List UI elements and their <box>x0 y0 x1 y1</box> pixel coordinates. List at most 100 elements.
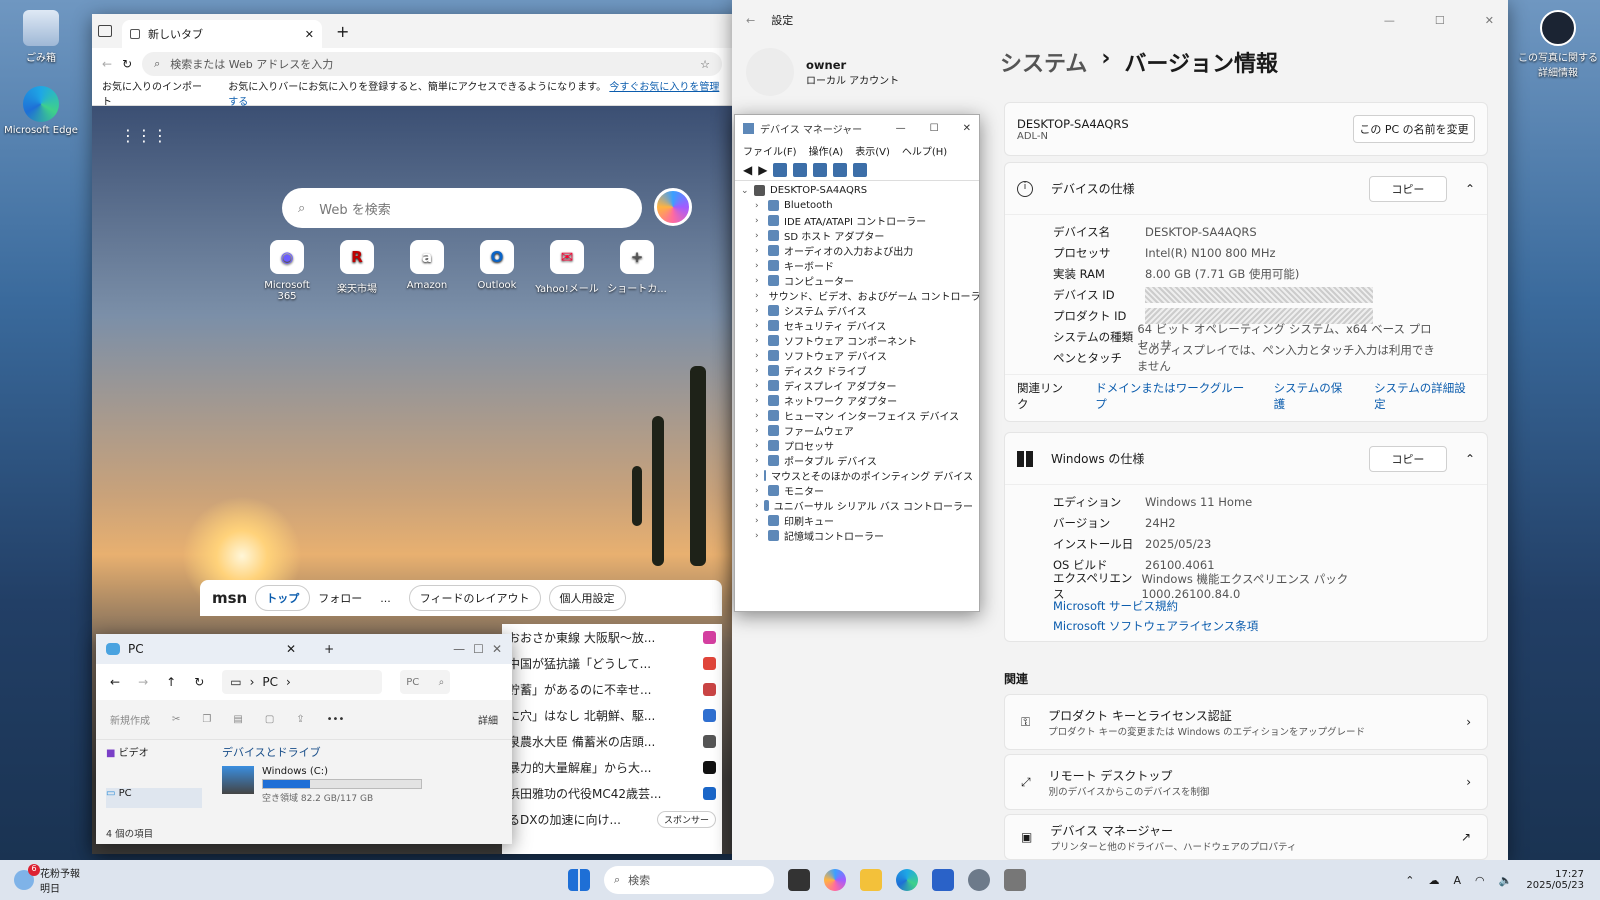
properties-icon[interactable] <box>773 162 788 177</box>
shortcut-yahoo-mail[interactable]: ✉ Yahoo!メール <box>534 240 600 302</box>
news-item[interactable]: おおさか東線 大阪駅〜放... <box>502 624 722 650</box>
menu-help[interactable]: ヘルプ(H) <box>902 143 947 158</box>
tree-item[interactable]: › システム デバイス <box>741 303 973 318</box>
close-icon[interactable]: ✕ <box>963 123 971 134</box>
copilot-icon[interactable] <box>654 188 692 226</box>
feed-layout-button[interactable]: フィードのレイアウト <box>408 585 541 611</box>
system-protection-link[interactable]: システムの保護 <box>1274 380 1352 412</box>
more-icon[interactable]: ... <box>380 592 391 605</box>
chevron-right-icon[interactable]: › <box>755 426 763 436</box>
chevron-right-icon[interactable]: › <box>755 411 763 421</box>
close-icon[interactable]: ✕ <box>1485 14 1494 27</box>
rename-icon[interactable]: ▢ <box>265 714 274 725</box>
close-tab-icon[interactable]: ✕ <box>305 28 314 41</box>
onedrive-icon[interactable]: ☁ <box>1429 874 1440 887</box>
chevron-right-icon[interactable]: › <box>755 441 763 451</box>
minimize-icon[interactable]: — <box>896 123 906 134</box>
clock[interactable]: 17:27 2025/05/23 <box>1526 869 1584 891</box>
chevron-right-icon[interactable]: › <box>755 321 763 331</box>
shortcut-rakuten[interactable]: R 楽天市場 <box>324 240 390 302</box>
maximize-icon[interactable]: ☐ <box>930 123 939 134</box>
file-explorer-icon[interactable] <box>860 869 882 891</box>
chevron-right-icon[interactable]: › <box>755 501 759 511</box>
start-icon[interactable] <box>568 869 590 891</box>
tree-item[interactable]: › SD ホスト アダプター <box>741 228 973 243</box>
news-item[interactable]: に穴」はなし 北朝鮮、駆... <box>502 702 722 728</box>
tree-item[interactable]: › サウンド、ビデオ、およびゲーム コントローラー <box>741 288 979 304</box>
chevron-right-icon[interactable]: › <box>755 201 763 211</box>
ime-indicator[interactable]: A <box>1454 874 1462 887</box>
windows-spec-header[interactable]: Windows の仕様 コピー ⌃ <box>1005 433 1487 485</box>
nav-item-pc[interactable]: ▭ PC <box>106 788 202 808</box>
drive-item[interactable]: Windows (C:) 空き領域 82.2 GB/117 GB <box>222 766 502 804</box>
favorite-star-icon[interactable]: ☆ <box>700 58 710 71</box>
refresh-icon[interactable]: ↻ <box>122 57 132 71</box>
news-item[interactable]: 泉農水大臣 備蓄米の店頭... <box>502 728 722 754</box>
help-icon[interactable] <box>793 162 808 177</box>
web-search-box[interactable]: ⌕ Web を検索 <box>282 188 642 228</box>
edge-icon[interactable] <box>896 869 918 891</box>
user-profile[interactable]: owner ローカル アカウント <box>746 48 899 96</box>
menu-file[interactable]: ファイル(F) <box>743 143 797 158</box>
chevron-right-icon[interactable]: › <box>755 396 763 406</box>
tab-follow[interactable]: フォロー <box>318 590 362 606</box>
chevron-right-icon[interactable]: › <box>755 486 763 496</box>
scan-hardware-icon[interactable] <box>833 162 848 177</box>
domain-workgroup-link[interactable]: ドメインまたはワークグループ <box>1095 380 1251 412</box>
devices-section-header[interactable]: デバイスとドライブ <box>222 744 502 760</box>
taskbar-search[interactable]: ⌕ 検索 <box>604 866 774 894</box>
chevron-right-icon[interactable]: › <box>755 291 759 301</box>
fav-import-link[interactable]: お気に入りのインポート <box>102 78 208 108</box>
new-item-button[interactable]: 新規作成 <box>110 712 150 727</box>
chevron-right-icon[interactable]: › <box>755 231 763 241</box>
shortcut-outlook[interactable]: O Outlook <box>464 240 530 302</box>
tree-item[interactable]: › モニター <box>741 483 973 498</box>
chevron-right-icon[interactable]: › <box>755 531 763 541</box>
rename-pc-button[interactable]: この PC の名前を変更 <box>1353 115 1475 143</box>
news-item[interactable]: 暴力的大量解雇」から大... <box>502 754 722 780</box>
chevron-up-icon[interactable]: ⌃ <box>1465 452 1475 466</box>
minimize-icon[interactable]: — <box>1384 14 1395 27</box>
tree-item[interactable]: › ユニバーサル シリアル バス コントローラー <box>741 498 973 513</box>
personalize-button[interactable]: 個人用設定 <box>548 585 626 611</box>
shortcut-add[interactable]: + ショートカ... <box>604 240 670 302</box>
explorer-tab-title[interactable]: PC <box>128 642 278 656</box>
breadcrumb-parent[interactable]: システム <box>1000 46 1087 78</box>
back-arrow-icon[interactable]: ← <box>746 14 755 27</box>
menu-view[interactable]: 表示(V) <box>855 143 890 158</box>
tab-actions-icon[interactable] <box>98 25 112 37</box>
back-arrow-icon[interactable]: ◀ <box>743 163 752 177</box>
tree-item[interactable]: › 印刷キュー <box>741 513 973 528</box>
chevron-right-icon[interactable]: › <box>755 261 763 271</box>
new-tab-plus-icon[interactable]: + <box>336 22 349 41</box>
tree-item[interactable]: › Bluetooth <box>741 198 973 213</box>
recycle-bin-shortcut[interactable]: ごみ箱 <box>4 10 78 64</box>
copy-device-spec-button[interactable]: コピー <box>1368 175 1447 202</box>
more-icon[interactable]: ••• <box>327 714 345 725</box>
news-item[interactable]: 中国が猛抗議「どうして... <box>502 650 722 676</box>
tree-item[interactable]: › ポータブル デバイス <box>741 453 973 468</box>
back-arrow-icon[interactable]: ← <box>110 675 120 689</box>
chevron-up-icon[interactable]: ⌃ <box>1405 874 1414 887</box>
chevron-right-icon[interactable]: › <box>755 336 763 346</box>
chevron-up-icon[interactable]: ⌃ <box>1465 182 1475 196</box>
chevron-right-icon[interactable]: › <box>755 381 763 391</box>
tree-item[interactable]: › セキュリティ デバイス <box>741 318 973 333</box>
related-product-key[interactable]: ⚿ プロダクト キーとライセンス認証 プロダクト キーの変更または Windows… <box>1004 694 1488 750</box>
menu-action[interactable]: 操作(A) <box>809 143 844 158</box>
forward-arrow-icon[interactable]: → <box>138 675 148 689</box>
chevron-right-icon[interactable]: › <box>755 246 763 256</box>
monitor-icon[interactable] <box>853 162 868 177</box>
details-button[interactable]: 詳細 <box>478 712 498 727</box>
tab-new-tab[interactable]: 新しいタブ ✕ <box>122 20 322 48</box>
edge-shortcut[interactable]: Microsoft Edge <box>4 86 78 136</box>
photo-info-shortcut[interactable]: この写真に関する詳細情報 <box>1518 10 1598 79</box>
wifi-icon[interactable]: ◠ <box>1475 874 1485 887</box>
chevron-right-icon[interactable]: › <box>755 276 763 286</box>
tree-item[interactable]: › ソフトウェア コンポーネント <box>741 333 973 348</box>
apps-grid-icon[interactable]: ⋮⋮⋮ <box>120 126 168 145</box>
store-icon[interactable] <box>932 869 954 891</box>
tree-root[interactable]: ⌄ DESKTOP-SA4AQRS <box>741 183 973 198</box>
device-spec-header[interactable]: i デバイスの仕様 コピー ⌃ <box>1005 163 1487 215</box>
refresh-icon[interactable]: ↻ <box>194 675 204 689</box>
